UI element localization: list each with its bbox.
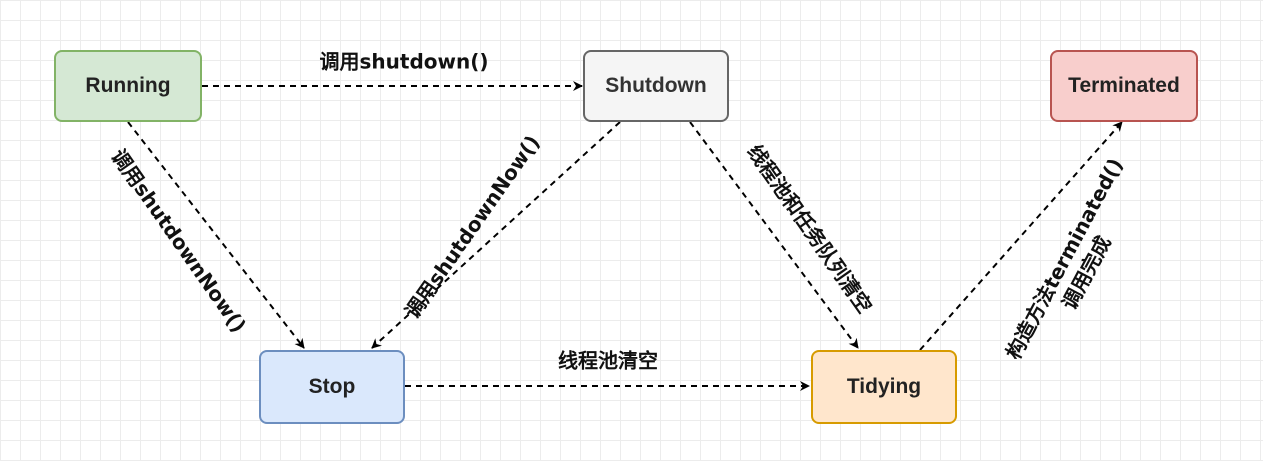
state-label-running: Running (85, 74, 171, 97)
state-label-tidying: Tidying (846, 375, 922, 398)
edge-label-stop-to-tidying: 线程池清空 (558, 348, 658, 373)
state-label-stop: Stop (308, 375, 356, 398)
state-node-stop[interactable]: Stop (259, 350, 405, 424)
state-label-terminated: Terminated (1068, 74, 1180, 97)
state-label-shutdown: Shutdown (605, 74, 707, 97)
state-node-running[interactable]: Running (54, 50, 202, 122)
state-node-shutdown[interactable]: Shutdown (583, 50, 729, 122)
state-node-terminated[interactable]: Terminated (1050, 50, 1198, 122)
edge-label-running-to-shutdown: 调用shutdown() (319, 49, 489, 74)
state-node-tidying[interactable]: Tidying (811, 350, 957, 424)
